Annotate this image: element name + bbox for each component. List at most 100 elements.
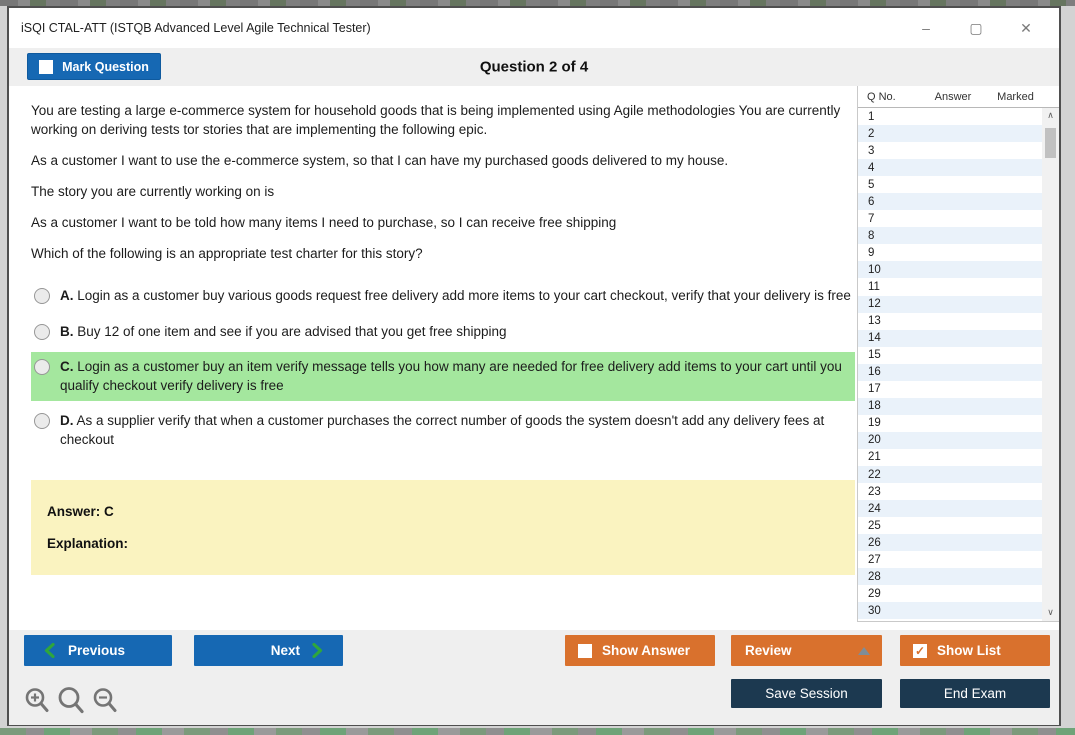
question-number: 29 [858,588,881,600]
question-paragraph: You are testing a large e-commerce syste… [31,101,855,139]
mark-question-checkbox[interactable] [39,60,53,74]
zoom-in-icon[interactable] [24,687,50,714]
show-answer-checkbox[interactable] [578,644,592,658]
question-list-body-wrap: 1234567891011121314151617181920212223242… [858,108,1059,621]
main-area: You are testing a large e-commerce syste… [9,86,1059,630]
question-counter: Question 2 of 4 [480,59,588,76]
question-number: 13 [858,315,881,327]
question-list-row[interactable]: 18 [858,398,1042,415]
question-number: 10 [858,264,881,276]
previous-button[interactable]: Previous [24,635,172,666]
question-list-row[interactable]: 30 [858,602,1042,619]
save-session-label: Save Session [765,686,848,701]
close-icon[interactable]: ✕ [1017,19,1035,37]
option-c-text: C. Login as a customer buy an item verif… [60,358,851,395]
minimize-icon[interactable]: – [917,19,935,37]
option-b-body: Buy 12 of one item and see if you are ad… [77,324,506,339]
scroll-down-icon[interactable]: ∨ [1042,605,1059,621]
question-list-row[interactable]: 8 [858,227,1042,244]
option-a-radio[interactable] [34,288,50,304]
option-c[interactable]: C. Login as a customer buy an item verif… [31,352,855,401]
question-list-row[interactable]: 23 [858,483,1042,500]
option-c-letter: C. [60,359,74,374]
question-number: 20 [858,434,881,446]
question-list-row[interactable]: 6 [858,193,1042,210]
option-c-radio[interactable] [34,359,50,375]
option-b[interactable]: B. Buy 12 of one item and see if you are… [31,317,855,348]
option-d[interactable]: D. As a supplier verify that when a cust… [31,406,855,455]
question-list-row[interactable]: 7 [858,210,1042,227]
show-answer-button[interactable]: Show Answer [565,635,715,666]
column-qno: Q No. [858,91,920,103]
question-area: You are testing a large e-commerce syste… [9,86,857,630]
question-list-row[interactable]: 4 [858,159,1042,176]
show-list-checkbox[interactable]: ✓ [913,644,927,658]
question-list-row[interactable]: 26 [858,534,1042,551]
question-list-row[interactable]: 11 [858,278,1042,295]
question-number: 24 [858,503,881,515]
show-list-label: Show List [937,643,1001,658]
scroll-up-icon[interactable]: ∧ [1042,108,1059,124]
question-list-row[interactable]: 29 [858,585,1042,602]
titlebar: iSQI CTAL-ATT (ISTQB Advanced Level Agil… [9,8,1059,48]
option-d-letter: D. [60,413,74,428]
end-exam-button[interactable]: End Exam [900,679,1050,708]
question-number: 15 [858,349,881,361]
save-session-button[interactable]: Save Session [731,679,882,708]
mark-question-button[interactable]: Mark Question [27,53,161,80]
question-list-body: 1234567891011121314151617181920212223242… [858,108,1042,621]
question-list-row[interactable]: 21 [858,449,1042,466]
question-list-row[interactable]: 5 [858,176,1042,193]
answer-box: Answer: C Explanation: [31,480,855,575]
question-list-row[interactable]: 10 [858,261,1042,278]
next-button[interactable]: Next [194,635,343,666]
scrollbar-thumb[interactable] [1045,128,1056,158]
question-list-row[interactable]: 22 [858,466,1042,483]
question-list-row[interactable]: 1 [858,108,1042,125]
maximize-icon[interactable]: ▢ [967,19,985,37]
question-list-row[interactable]: 20 [858,432,1042,449]
question-list-row[interactable]: 17 [858,381,1042,398]
question-number: 30 [858,605,881,617]
question-number: 9 [858,247,874,259]
option-b-radio[interactable] [34,324,50,340]
question-number: 3 [858,145,874,157]
options-group: A. Login as a customer buy various goods… [31,281,855,455]
question-list-scrollbar[interactable]: ∧ ∨ [1042,108,1059,621]
end-exam-label: End Exam [944,686,1006,701]
question-number: 27 [858,554,881,566]
question-list-row[interactable]: 28 [858,568,1042,585]
review-button[interactable]: Review [731,635,882,666]
question-list-row[interactable]: 2 [858,125,1042,142]
column-marked: Marked [986,91,1059,103]
question-list-row[interactable]: 19 [858,415,1042,432]
question-paragraph: The story you are currently working on i… [31,182,855,201]
question-list-row[interactable]: 12 [858,296,1042,313]
zoom-reset-icon[interactable] [57,686,85,715]
question-number: 1 [858,111,874,123]
question-number: 7 [858,213,874,225]
question-paragraph: As a customer I want to use the e-commer… [31,151,855,170]
explanation-label: Explanation: [47,536,839,551]
question-list-row[interactable]: 13 [858,313,1042,330]
zoom-out-icon[interactable] [92,687,118,714]
question-list-row[interactable]: 24 [858,500,1042,517]
show-list-button[interactable]: ✓ Show List [900,635,1050,666]
question-number: 14 [858,332,881,344]
option-a-text: A. Login as a customer buy various goods… [60,287,851,306]
question-list-row[interactable]: 3 [858,142,1042,159]
previous-label: Previous [68,643,125,658]
question-list-row[interactable]: 9 [858,244,1042,261]
question-list-row[interactable]: 14 [858,330,1042,347]
option-d-radio[interactable] [34,413,50,429]
review-label: Review [745,643,792,658]
option-a[interactable]: A. Login as a customer buy various goods… [31,281,855,312]
question-list-row[interactable]: 25 [858,517,1042,534]
question-list-row[interactable]: 16 [858,364,1042,381]
question-number: 16 [858,366,881,378]
question-number: 8 [858,230,874,242]
question-list-row[interactable]: 27 [858,551,1042,568]
question-number: 18 [858,400,881,412]
question-list-row[interactable]: 15 [858,347,1042,364]
option-d-text: D. As a supplier verify that when a cust… [60,412,851,449]
